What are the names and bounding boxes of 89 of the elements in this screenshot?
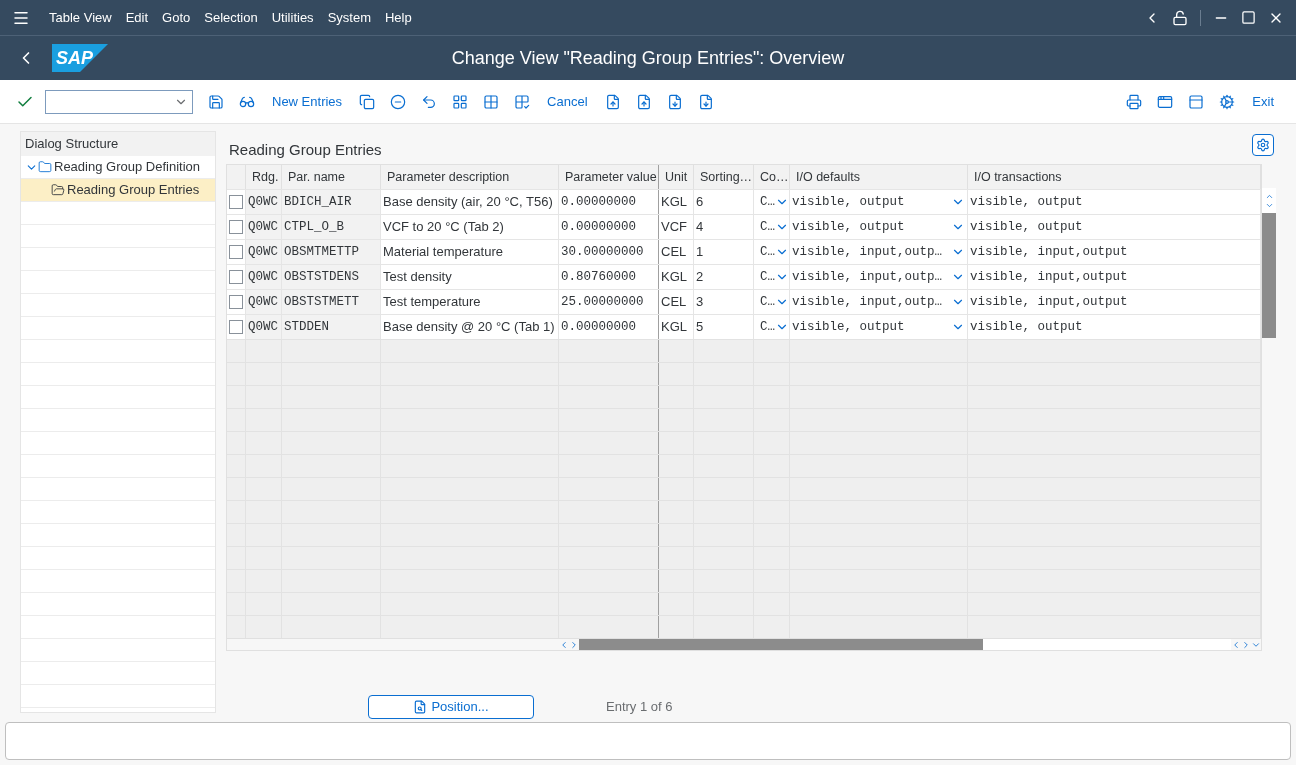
table-cell-text: visible, output bbox=[970, 218, 1083, 236]
row-checkbox[interactable] bbox=[229, 320, 243, 334]
window-title: Change View "Reading Group Entries": Overview bbox=[451, 46, 845, 70]
table-cell-text: OBSMTMETTP bbox=[284, 243, 359, 261]
row-checkbox[interactable] bbox=[229, 270, 243, 284]
table-cell-text: 30.00000000 bbox=[561, 243, 644, 261]
entry-count: Entry 1 of 6 bbox=[606, 698, 673, 717]
table-cell-text: KGL bbox=[661, 268, 687, 287]
table-cell-text: C… bbox=[760, 318, 775, 336]
table-cell-text: Q0WC bbox=[248, 268, 278, 286]
table-cell-text: 2 bbox=[696, 268, 704, 287]
table-cell-text: Test density bbox=[383, 268, 452, 287]
table-cell-text: visible, input,output bbox=[970, 243, 1128, 261]
table-title: Reading Group Entries bbox=[228, 139, 382, 160]
menu-item[interactable]: Goto bbox=[155, 7, 198, 28]
table-cell-text: C… bbox=[760, 193, 775, 211]
folder-icon bbox=[51, 183, 65, 197]
tree-item[interactable]: Reading Group Entries bbox=[21, 179, 215, 202]
scroll-left-icon[interactable] bbox=[1231, 639, 1241, 650]
table-cell-text: Q0WC bbox=[248, 243, 278, 261]
cancel-button[interactable]: Cancel bbox=[541, 91, 594, 112]
position-icon bbox=[413, 700, 428, 714]
row-checkbox[interactable] bbox=[229, 245, 243, 259]
menu-item[interactable]: Table View bbox=[42, 7, 119, 28]
command-field[interactable] bbox=[45, 89, 193, 114]
row-checkbox[interactable] bbox=[229, 295, 243, 309]
table-cell-text: Q0WC bbox=[248, 218, 278, 236]
table-cell-text: Base density @ 20 °C (Tab 1) bbox=[383, 318, 555, 337]
table-cell-text: STDDEN bbox=[284, 318, 329, 336]
table-cell-text: Q0WC bbox=[248, 293, 278, 311]
horizontal-scrollbar[interactable] bbox=[579, 639, 1231, 650]
table-cell-text: C… bbox=[760, 293, 775, 311]
table-cell-text: 1 bbox=[696, 243, 704, 262]
table-cell-text: 0.00000000 bbox=[561, 193, 636, 211]
menu-item[interactable]: System bbox=[320, 7, 378, 28]
menu-item[interactable]: Help bbox=[377, 7, 419, 28]
table-cell-text: CEL bbox=[661, 293, 687, 312]
table-cell-text: visible, output bbox=[792, 218, 905, 236]
row-checkbox[interactable] bbox=[229, 220, 243, 234]
table-cell-text: C… bbox=[760, 243, 775, 261]
settings-icon[interactable] bbox=[1252, 134, 1274, 156]
table-cell-text: BDICH_AIR bbox=[284, 193, 352, 211]
folder-icon bbox=[38, 160, 52, 174]
table-cell-text: 3 bbox=[696, 293, 704, 312]
table-cell-text: OBSTSTDENS bbox=[284, 268, 359, 286]
table-cell-text: visible, input,outp… bbox=[792, 268, 943, 286]
scroll-left-icon[interactable] bbox=[559, 639, 569, 650]
scroll-right-icon[interactable] bbox=[569, 639, 579, 650]
table-cell-text: Test temperature bbox=[383, 293, 481, 312]
table-cell-text: 25.00000000 bbox=[561, 293, 644, 311]
table-cell-text: Q0WC bbox=[248, 193, 278, 211]
scroll-right-icon[interactable] bbox=[1241, 639, 1251, 650]
table-cell-text: VCF to 20 °C (Tab 2) bbox=[383, 218, 504, 237]
table-cell-text: visible, input,output bbox=[970, 293, 1128, 311]
table-cell-text: 5 bbox=[696, 318, 704, 337]
table-cell-text: VCF bbox=[661, 218, 687, 237]
table-cell-text: CEL bbox=[661, 243, 687, 262]
table-cell-text: 0.00000000 bbox=[561, 218, 636, 236]
table-cell-text: 0.00000000 bbox=[561, 318, 636, 336]
table-cell-text: Base density (air, 20 °C, T56) bbox=[383, 193, 553, 212]
table-cell-text: visible, output bbox=[970, 193, 1083, 211]
logo: SAP bbox=[52, 44, 108, 72]
table-cell-text: visible, input,outp… bbox=[792, 293, 943, 311]
table-cell-text: Material temperature bbox=[383, 243, 503, 262]
menu-item[interactable]: Selection bbox=[197, 7, 265, 28]
table-cell-text: KGL bbox=[661, 318, 687, 337]
table-cell-text: C… bbox=[760, 218, 775, 236]
table-cell-text: visible, output bbox=[792, 193, 905, 211]
table-cell-text: OBSTSTMETT bbox=[284, 293, 359, 311]
table-cell-text: 0.80760000 bbox=[561, 268, 636, 286]
exit-button[interactable]: Exit bbox=[1246, 91, 1280, 112]
unlocked-icon[interactable] bbox=[1172, 9, 1188, 26]
table-cell-text: 6 bbox=[696, 193, 704, 212]
menu-item[interactable]: Edit bbox=[118, 7, 156, 28]
table-cell-text: CTPL_O_B bbox=[284, 218, 344, 236]
table-cell-text: Q0WC bbox=[248, 318, 278, 336]
table-cell-text: visible, input,outp… bbox=[792, 243, 943, 261]
table-cell-text: visible, output bbox=[970, 318, 1083, 336]
row-checkbox[interactable] bbox=[229, 195, 243, 209]
table-cell-text: C… bbox=[760, 268, 775, 286]
maximize-icon[interactable] bbox=[1241, 10, 1256, 25]
table-cell-text: visible, input,output bbox=[970, 268, 1128, 286]
menu-item[interactable]: Utilities bbox=[264, 7, 321, 28]
table-cell-text: visible, output bbox=[792, 318, 905, 336]
new-entries-button[interactable]: New Entries bbox=[266, 91, 349, 112]
panel-title: Dialog Structure bbox=[21, 132, 215, 156]
table-cell-text: KGL bbox=[661, 193, 687, 212]
position-button[interactable]: Position... bbox=[368, 695, 534, 719]
table-cell-text: 4 bbox=[696, 218, 704, 237]
